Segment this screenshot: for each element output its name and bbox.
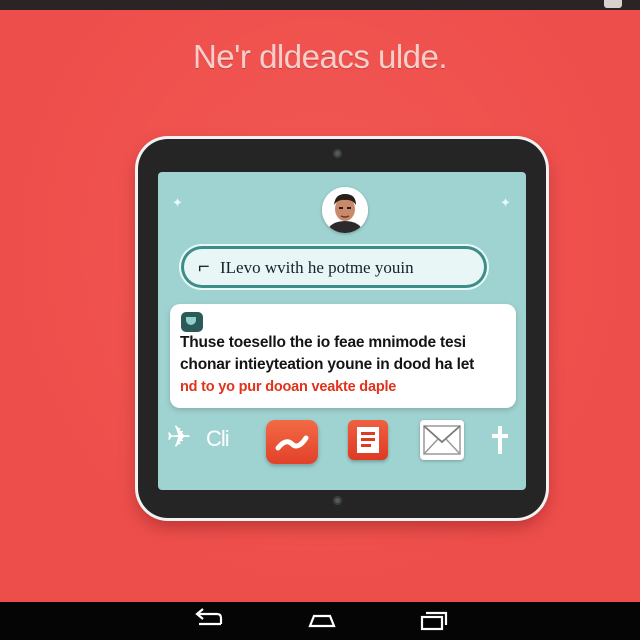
quote-mark-icon: ⌐ — [198, 256, 210, 278]
message-line: nd to yo pur dooan veakte daple — [180, 379, 397, 395]
message-card[interactable]: Thuse toesello the io feae mnimode tesi … — [170, 304, 516, 408]
home-icon[interactable] — [302, 608, 342, 634]
recent-apps-icon[interactable] — [414, 608, 454, 634]
arrow-icon — [492, 426, 508, 454]
status-strip-cap — [604, 0, 622, 8]
cli-label[interactable]: Cli — [206, 426, 230, 452]
tablet-camera-dot — [333, 149, 342, 158]
sparkle-icon: ✦ — [500, 195, 511, 210]
search-text: ILevo wvith he potme youin — [220, 258, 414, 277]
page-title: Ne'r dldeacs ulde. — [192, 38, 448, 75]
person-icon — [322, 187, 368, 233]
chat-app-icon — [181, 312, 203, 332]
top-status-strip — [0, 0, 640, 10]
avatar[interactable] — [322, 187, 368, 233]
sparkle-icon: ✦ — [172, 195, 183, 210]
red-chart-app-icon[interactable] — [266, 420, 318, 464]
navigation-bar — [0, 602, 640, 640]
document-app-icon[interactable] — [348, 420, 388, 460]
trend-icon — [275, 435, 309, 451]
envelope-icon — [423, 425, 461, 455]
document-icon — [357, 427, 379, 453]
search-input[interactable]: ⌐ ILevo wvith he potme youin — [184, 249, 484, 285]
tablet-bottom-dot — [333, 496, 342, 505]
message-line: chonar intieyteation youne in dood ha le… — [180, 356, 475, 373]
airplane-icon[interactable]: ✈ — [164, 420, 194, 456]
up-arrow-icon[interactable] — [488, 420, 512, 460]
mail-envelope-icon[interactable] — [420, 420, 464, 460]
back-arrow-icon[interactable] — [189, 608, 229, 634]
tablet-screen: ✦ ✦ ⌐ ILevo wvith he potme youin Thuse t… — [158, 172, 526, 490]
tablet-device: ✦ ✦ ⌐ ILevo wvith he potme youin Thuse t… — [138, 139, 546, 518]
message-line: Thuse toesello the io feae mnimode tesi — [180, 334, 466, 351]
